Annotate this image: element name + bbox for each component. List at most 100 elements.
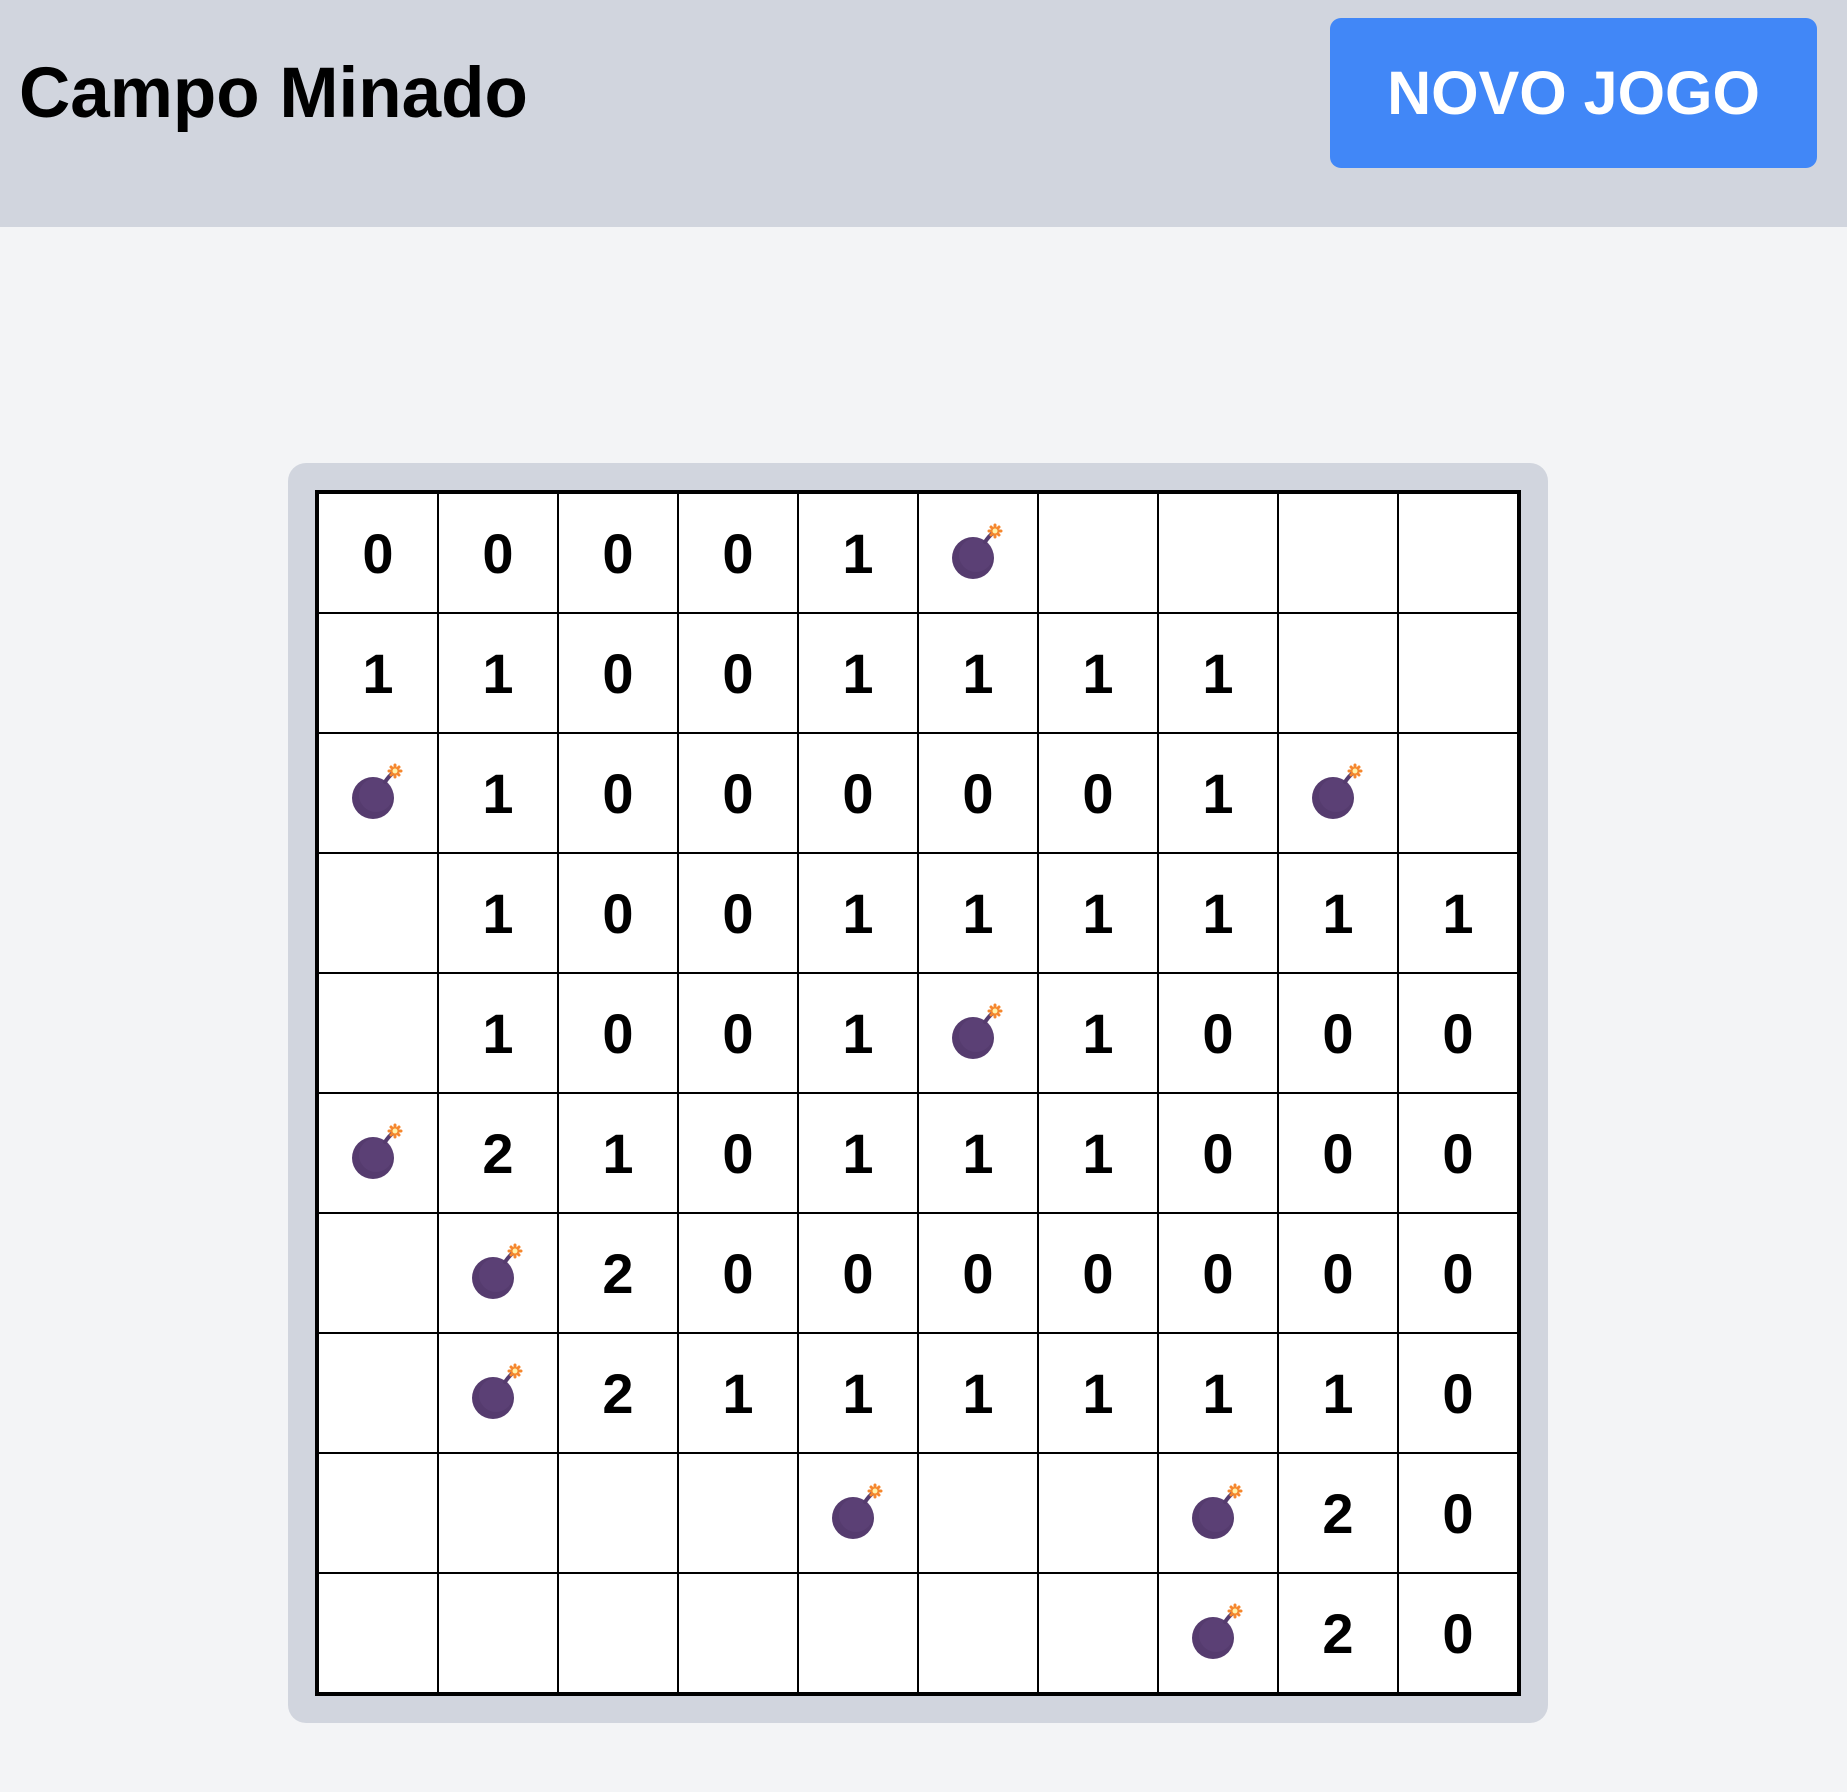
mine-cell[interactable]	[438, 1213, 558, 1333]
unrevealed-cell[interactable]	[1278, 493, 1398, 613]
mine-cell[interactable]	[438, 1333, 558, 1453]
unrevealed-cell[interactable]	[798, 1573, 918, 1693]
unrevealed-cell[interactable]	[318, 1573, 438, 1693]
number-cell[interactable]: 0	[678, 1213, 798, 1333]
number-cell[interactable]: 0	[1278, 1213, 1398, 1333]
number-cell[interactable]: 1	[1278, 853, 1398, 973]
number-cell[interactable]: 0	[1398, 1573, 1518, 1693]
unrevealed-cell[interactable]	[1398, 613, 1518, 733]
number-cell[interactable]: 1	[1038, 1333, 1158, 1453]
mine-cell[interactable]	[318, 733, 438, 853]
mine-cell[interactable]	[918, 973, 1038, 1093]
number-cell[interactable]: 2	[438, 1093, 558, 1213]
number-cell[interactable]: 0	[678, 973, 798, 1093]
number-cell[interactable]: 1	[1158, 853, 1278, 973]
unrevealed-cell[interactable]	[318, 853, 438, 973]
number-cell[interactable]: 1	[918, 1333, 1038, 1453]
number-cell[interactable]: 1	[918, 853, 1038, 973]
number-cell[interactable]: 0	[1278, 973, 1398, 1093]
number-cell[interactable]: 1	[1398, 853, 1518, 973]
number-cell[interactable]: 1	[798, 853, 918, 973]
number-cell[interactable]: 0	[918, 1213, 1038, 1333]
number-cell[interactable]: 0	[678, 733, 798, 853]
unrevealed-cell[interactable]	[438, 1573, 558, 1693]
number-cell[interactable]: 2	[1278, 1573, 1398, 1693]
unrevealed-cell[interactable]	[438, 1453, 558, 1573]
number-cell[interactable]: 1	[558, 1093, 678, 1213]
unrevealed-cell[interactable]	[1398, 493, 1518, 613]
number-cell[interactable]: 1	[798, 973, 918, 1093]
number-cell[interactable]: 1	[678, 1333, 798, 1453]
unrevealed-cell[interactable]	[558, 1573, 678, 1693]
number-cell[interactable]: 0	[1038, 1213, 1158, 1333]
number-cell[interactable]: 0	[1158, 1213, 1278, 1333]
number-cell[interactable]: 1	[918, 1093, 1038, 1213]
number-cell[interactable]: 1	[1038, 1093, 1158, 1213]
number-cell[interactable]: 1	[438, 613, 558, 733]
number-cell[interactable]: 1	[438, 733, 558, 853]
number-cell[interactable]: 1	[798, 613, 918, 733]
number-cell[interactable]: 1	[318, 613, 438, 733]
number-cell[interactable]: 1	[798, 493, 918, 613]
number-cell[interactable]: 0	[1038, 733, 1158, 853]
unrevealed-cell[interactable]	[678, 1453, 798, 1573]
unrevealed-cell[interactable]	[1038, 1573, 1158, 1693]
number-cell[interactable]: 1	[798, 1333, 918, 1453]
number-cell[interactable]: 1	[1158, 613, 1278, 733]
number-cell[interactable]: 0	[678, 613, 798, 733]
number-cell[interactable]: 1	[1038, 853, 1158, 973]
unrevealed-cell[interactable]	[1398, 733, 1518, 853]
mine-cell[interactable]	[318, 1093, 438, 1213]
number-cell[interactable]: 2	[558, 1333, 678, 1453]
number-cell[interactable]: 0	[318, 493, 438, 613]
unrevealed-cell[interactable]	[318, 1213, 438, 1333]
number-cell[interactable]: 1	[438, 853, 558, 973]
number-cell[interactable]: 0	[1158, 1093, 1278, 1213]
number-cell[interactable]: 0	[1278, 1093, 1398, 1213]
number-cell[interactable]: 0	[798, 1213, 918, 1333]
unrevealed-cell[interactable]	[1158, 493, 1278, 613]
number-cell[interactable]: 2	[1278, 1453, 1398, 1573]
number-cell[interactable]: 0	[558, 853, 678, 973]
unrevealed-cell[interactable]	[1278, 613, 1398, 733]
unrevealed-cell[interactable]	[318, 1333, 438, 1453]
unrevealed-cell[interactable]	[1038, 493, 1158, 613]
mine-cell[interactable]	[1158, 1453, 1278, 1573]
unrevealed-cell[interactable]	[1038, 1453, 1158, 1573]
mine-cell[interactable]	[798, 1453, 918, 1573]
unrevealed-cell[interactable]	[678, 1573, 798, 1693]
number-cell[interactable]: 0	[1398, 1093, 1518, 1213]
number-cell[interactable]: 0	[1398, 973, 1518, 1093]
number-cell[interactable]: 1	[798, 1093, 918, 1213]
number-cell[interactable]: 1	[438, 973, 558, 1093]
number-cell[interactable]: 0	[558, 973, 678, 1093]
number-cell[interactable]: 0	[558, 613, 678, 733]
number-cell[interactable]: 0	[1398, 1453, 1518, 1573]
number-cell[interactable]: 0	[798, 733, 918, 853]
unrevealed-cell[interactable]	[558, 1453, 678, 1573]
number-cell[interactable]: 0	[1158, 973, 1278, 1093]
number-cell[interactable]: 1	[1278, 1333, 1398, 1453]
number-cell[interactable]: 1	[918, 613, 1038, 733]
mine-cell[interactable]	[1278, 733, 1398, 853]
unrevealed-cell[interactable]	[918, 1453, 1038, 1573]
new-game-button[interactable]: NOVO JOGO	[1330, 18, 1817, 168]
number-cell[interactable]: 1	[1158, 733, 1278, 853]
mine-cell[interactable]	[1158, 1573, 1278, 1693]
number-cell[interactable]: 0	[1398, 1333, 1518, 1453]
unrevealed-cell[interactable]	[318, 973, 438, 1093]
number-cell[interactable]: 0	[558, 493, 678, 613]
number-cell[interactable]: 0	[1398, 1213, 1518, 1333]
number-cell[interactable]: 0	[918, 733, 1038, 853]
number-cell[interactable]: 0	[558, 733, 678, 853]
unrevealed-cell[interactable]	[318, 1453, 438, 1573]
number-cell[interactable]: 1	[1038, 613, 1158, 733]
number-cell[interactable]: 2	[558, 1213, 678, 1333]
number-cell[interactable]: 0	[678, 853, 798, 973]
number-cell[interactable]: 0	[438, 493, 558, 613]
mine-cell[interactable]	[918, 493, 1038, 613]
unrevealed-cell[interactable]	[918, 1573, 1038, 1693]
number-cell[interactable]: 0	[678, 1093, 798, 1213]
number-cell[interactable]: 1	[1158, 1333, 1278, 1453]
number-cell[interactable]: 1	[1038, 973, 1158, 1093]
